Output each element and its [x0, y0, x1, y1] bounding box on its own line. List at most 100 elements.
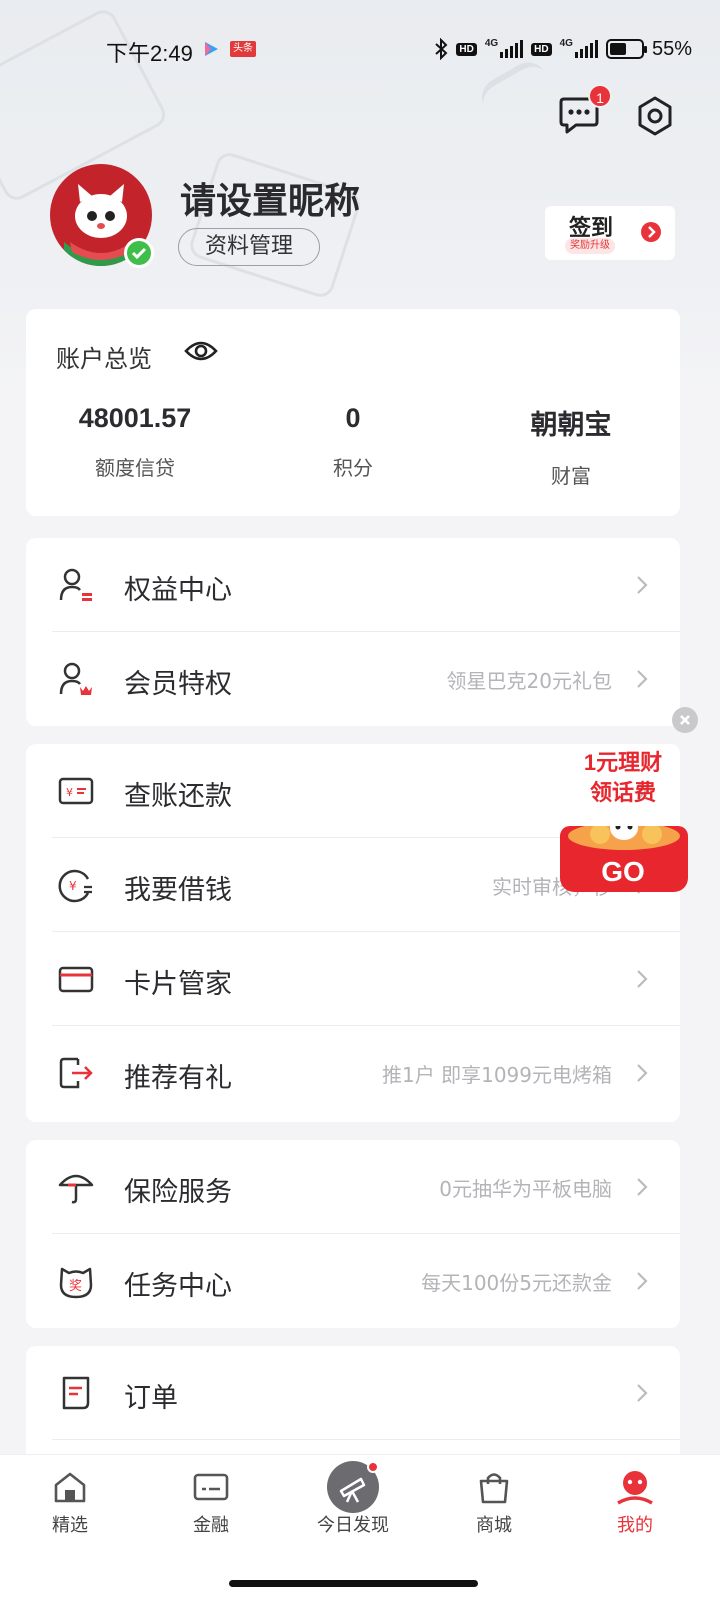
profile-manage-button[interactable]: 资料管理: [178, 228, 320, 266]
promo-close-button[interactable]: [672, 707, 698, 733]
chevron-right-icon: [637, 970, 648, 988]
finance-card-icon: [193, 1473, 229, 1501]
menu-item-task-center[interactable]: 奖 任务中心 每天100份5元还款金: [26, 1234, 680, 1328]
nav-tab-featured[interactable]: 精选: [10, 1469, 130, 1537]
menu-label: 我要借钱: [124, 875, 232, 906]
nav-tab-finance[interactable]: 金融: [151, 1469, 271, 1537]
promo-cta: GO: [601, 856, 645, 887]
chevron-right-icon: [637, 1384, 648, 1402]
borrow-money-icon: ¥: [58, 869, 92, 903]
menu-label: 权益中心: [124, 575, 232, 606]
menu-item-insurance[interactable]: 保险服务 0元抽华为平板电脑: [26, 1140, 680, 1234]
bill-repay-icon: ¥: [58, 777, 94, 805]
signal-icon: [574, 40, 598, 58]
home-indicator[interactable]: [229, 1580, 478, 1587]
signin-sub-badge: 奖励升级: [565, 238, 615, 254]
promo-line1: 1元理财: [583, 750, 663, 775]
close-icon: [680, 715, 690, 725]
user-crown-icon: [59, 662, 92, 695]
umbrella-icon: [58, 1174, 94, 1204]
account-overview-card: 账户总览 48001.57 额度信贷 0 积分 朝朝宝 财富: [26, 309, 680, 516]
chevron-right-icon: [637, 576, 648, 594]
menu-label: 推荐有礼: [124, 1063, 232, 1094]
menu-label: 保险服务: [124, 1177, 232, 1208]
card-icon: [58, 966, 94, 993]
chevron-right-icon: [637, 1178, 648, 1196]
nav-tab-mine[interactable]: 我的: [575, 1469, 695, 1537]
chevron-right-icon: [637, 1064, 648, 1082]
referral-exit-icon: [59, 1057, 93, 1089]
battery-icon: [605, 39, 647, 59]
stat-label: 额度信贷: [95, 456, 175, 480]
menu-group-benefits: 权益中心 会员特权 领星巴克20元礼包: [26, 538, 680, 726]
stat-label: 财富: [551, 464, 591, 488]
stat-credit[interactable]: 48001.57 额度信贷: [26, 403, 244, 481]
svg-text:¥: ¥: [66, 786, 73, 799]
network-type: 4G: [559, 37, 573, 49]
promo-floating-banner[interactable]: 1元理财 领话费 GO: [556, 748, 690, 896]
stat-points[interactable]: 0 积分: [244, 403, 462, 481]
menu-group-services: 保险服务 0元抽华为平板电脑 奖 任务中心 每天100份5元还款金: [26, 1140, 680, 1328]
stat-label: 积分: [333, 456, 373, 480]
stat-value: 0: [345, 403, 361, 433]
menu-hint: 领星巴克20元礼包: [446, 669, 612, 693]
verified-badge: [124, 238, 154, 268]
signin-button[interactable]: 签到 奖励升级: [545, 206, 675, 260]
menu-label: 任务中心: [124, 1271, 232, 1302]
status-bar: 下午2:49 头条 HD 4G HD 4G 55%: [0, 28, 720, 72]
battery-percent: 55%: [651, 37, 692, 60]
menu-label: 会员特权: [124, 669, 232, 700]
nav-label: 商城: [476, 1515, 512, 1536]
order-icon: [62, 1376, 90, 1410]
svg-text:¥: ¥: [69, 879, 77, 893]
home-icon: [54, 1472, 86, 1503]
signal-icon: [500, 40, 524, 58]
status-indicators: HD 4G HD 4G 55%: [434, 34, 692, 64]
nav-label: 金融: [193, 1515, 229, 1536]
svg-text:奖: 奖: [69, 1279, 82, 1294]
shopping-bag-icon: [479, 1473, 509, 1504]
nav-tab-mall[interactable]: 商城: [434, 1469, 554, 1537]
network-type: 4G: [484, 37, 499, 49]
menu-item-benefits-center[interactable]: 权益中心: [26, 538, 680, 632]
menu-item-card-manager[interactable]: 卡片管家: [26, 932, 680, 1026]
menu-label: 查账还款: [124, 781, 232, 812]
menu-item-referral[interactable]: 推荐有礼 推1户 即享1099元电烤箱: [26, 1026, 680, 1120]
eye-icon[interactable]: [184, 337, 218, 365]
chevron-right-icon: [648, 226, 656, 238]
user-benefits-icon: [59, 568, 92, 601]
stat-value: 48001.57: [78, 403, 192, 433]
check-icon: [131, 247, 147, 260]
nickname[interactable]: 请设置昵称: [180, 172, 360, 224]
menu-item-orders[interactable]: 订单: [26, 1346, 680, 1440]
stat-value: 朝朝宝: [530, 410, 612, 440]
menu-label: 卡片管家: [124, 969, 232, 1000]
news-app-icon: 头条: [230, 41, 256, 57]
notification-dot: [367, 1461, 379, 1473]
profile-face-icon: [617, 1471, 653, 1505]
menu-item-member-privileges[interactable]: 会员特权 领星巴克20元礼包: [26, 632, 680, 726]
battery-level: [609, 43, 627, 55]
chevron-right-icon: [637, 1272, 648, 1290]
signin-arrow: [641, 222, 661, 242]
divider: [52, 1439, 680, 1440]
hd-icon: HD: [456, 42, 477, 56]
chevron-right-icon: [637, 670, 648, 688]
promo-title: 1元理财 领话费: [556, 748, 690, 808]
menu-label: 订单: [124, 1383, 178, 1414]
menu-hint: 0元抽华为平板电脑: [439, 1177, 612, 1201]
account-title: 账户总览: [56, 345, 152, 373]
nav-label: 我的: [617, 1515, 653, 1536]
nav-label: 精选: [52, 1515, 88, 1536]
task-cat-icon: 奖: [59, 1267, 93, 1299]
hd-icon: HD: [531, 42, 552, 56]
menu-hint: 每天100份5元还款金: [421, 1271, 612, 1295]
stat-wealth[interactable]: 朝朝宝 财富: [462, 403, 680, 489]
message-badge: 1: [588, 84, 612, 108]
bluetooth-icon: [435, 38, 448, 60]
status-time: 下午2:49: [106, 41, 193, 66]
settings-icon[interactable]: [634, 94, 676, 138]
video-app-icon: [205, 42, 218, 56]
promo-line2: 领话费: [589, 780, 656, 805]
menu-hint: 推1户 即享1099元电烤箱: [382, 1063, 612, 1087]
